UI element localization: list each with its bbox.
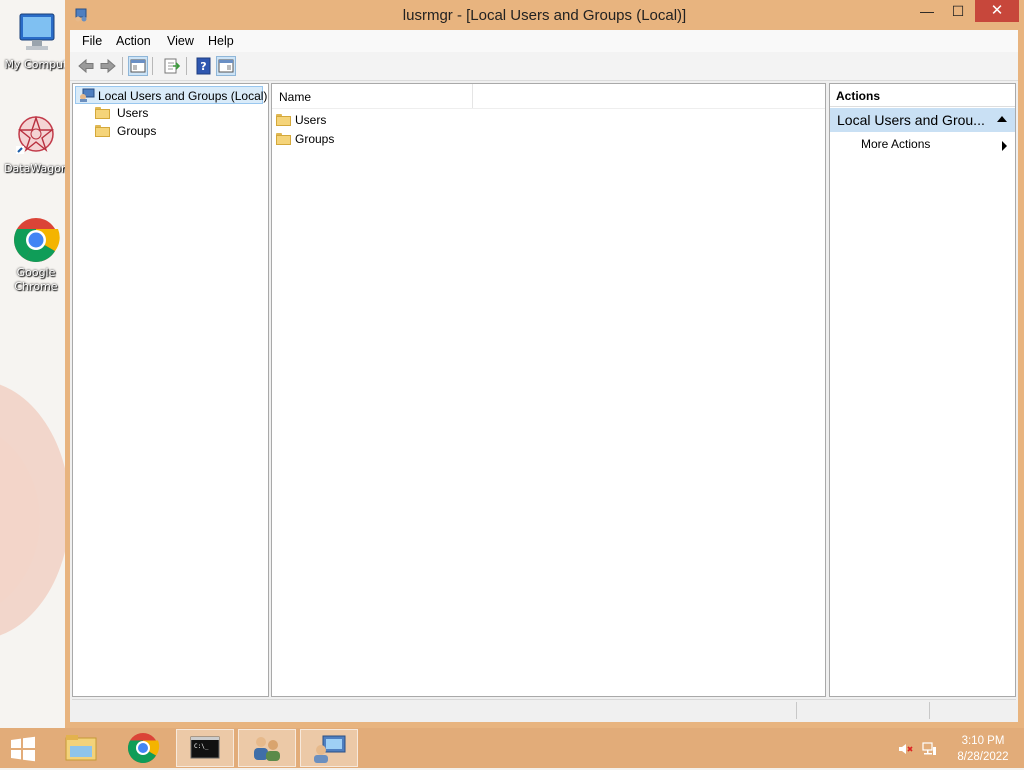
status-divider	[929, 702, 930, 719]
export-list-icon[interactable]	[162, 56, 182, 76]
status-divider	[796, 702, 797, 719]
title-bar[interactable]: lusrmgr - [Local Users and Groups (Local…	[65, 0, 1024, 30]
actions-header: Actions	[830, 84, 1015, 107]
chrome-icon	[127, 733, 160, 764]
start-button[interactable]	[8, 736, 38, 762]
submenu-arrow-icon	[1002, 141, 1007, 151]
toolbar-separator	[122, 57, 123, 75]
chrome-icon	[12, 216, 60, 264]
list-item-label: Groups	[295, 132, 335, 146]
desktop-icon-label: Google	[16, 266, 56, 279]
datawagon-icon	[12, 112, 60, 160]
toolbar-separator	[186, 57, 187, 75]
taskbar-chrome[interactable]	[114, 729, 172, 767]
collapse-caret-icon[interactable]	[997, 116, 1007, 122]
maximize-button[interactable]: ☐	[942, 0, 974, 22]
more-actions-label: More Actions	[861, 137, 931, 151]
list-item-groups[interactable]: Groups	[276, 130, 816, 148]
tree-root-local-users-and-groups[interactable]: Local Users and Groups (Local)	[75, 86, 267, 105]
clock-date: 8/28/2022	[957, 751, 1009, 763]
taskbar: C:\_ 3:10 PM 8/28/2022	[0, 728, 1024, 768]
menu-action[interactable]: Action	[116, 34, 151, 48]
taskbar-computer-management[interactable]	[300, 729, 358, 767]
taskbar-command-prompt[interactable]: C:\_	[176, 729, 234, 767]
toolbar: ?	[70, 52, 1018, 81]
help-icon[interactable]: ?	[194, 56, 214, 76]
show-hide-action-pane-icon[interactable]	[216, 56, 236, 76]
minimize-button[interactable]: —	[912, 0, 942, 22]
computer-management-icon	[314, 735, 346, 763]
back-arrow-icon[interactable]	[76, 56, 96, 76]
folder-icon	[276, 114, 291, 126]
column-header-name[interactable]: Name	[272, 84, 473, 108]
network-icon[interactable]	[921, 741, 937, 757]
file-explorer-icon	[65, 735, 97, 761]
more-actions-item[interactable]: More Actions	[830, 136, 1015, 154]
actions-section-local-users-groups[interactable]: Local Users and Grou...	[830, 108, 1015, 132]
desktop-icon-chrome[interactable]: Google Chrome	[0, 216, 72, 294]
window-client-area: File Action View Help ? Local Users and …	[70, 30, 1018, 722]
menu-file[interactable]: File	[82, 34, 102, 48]
desktop-icon-label: Chrome	[14, 280, 58, 293]
show-hide-console-tree-icon[interactable]	[128, 56, 148, 76]
menu-help[interactable]: Help	[208, 34, 234, 48]
results-list-pane[interactable]: Name Users Groups	[271, 83, 826, 697]
list-item-users[interactable]: Users	[276, 111, 816, 129]
console-tree-pane[interactable]: Local Users and Groups (Local) Users Gro…	[72, 83, 269, 697]
close-button[interactable]: ✕	[975, 0, 1019, 22]
desktop-icon-my-computer[interactable]: My Comput	[0, 8, 72, 72]
taskbar-file-explorer[interactable]	[52, 729, 110, 767]
column-header-label: Name	[279, 90, 312, 104]
folder-icon	[276, 133, 291, 145]
actions-section-label: Local Users and Grou...	[837, 112, 985, 128]
desktop-icon-datawagon[interactable]: DataWagon	[0, 112, 72, 176]
tree-root-label: Local Users and Groups (Local)	[98, 89, 268, 103]
list-column-header: Name	[272, 84, 825, 109]
window-title: lusrmgr - [Local Users and Groups (Local…	[402, 7, 687, 24]
menu-view[interactable]: View	[167, 34, 194, 48]
taskbar-users-groups[interactable]	[238, 729, 296, 767]
computer-icon	[12, 8, 60, 56]
desktop-icon-label: My Comput	[4, 58, 68, 71]
volume-muted-icon[interactable]	[897, 741, 913, 757]
wallpaper-shape	[0, 380, 70, 640]
taskbar-clock[interactable]: 3:10 PM 8/28/2022	[944, 733, 1022, 765]
svg-text:?: ?	[200, 60, 206, 73]
actions-pane: Actions Local Users and Grou... More Act…	[829, 83, 1016, 697]
users-groups-icon	[254, 737, 280, 761]
tree-item-label: Users	[117, 106, 149, 120]
actions-header-label: Actions	[836, 89, 881, 103]
list-item-label: Users	[295, 113, 327, 127]
lusrmgr-window: lusrmgr - [Local Users and Groups (Local…	[65, 0, 1024, 728]
status-bar	[72, 699, 1016, 721]
menu-bar: File Action View Help	[70, 30, 1018, 52]
local-users-groups-icon	[79, 88, 95, 105]
toolbar-separator	[152, 57, 153, 75]
folder-icon	[95, 107, 110, 119]
desktop-icon-label: DataWagon	[4, 162, 68, 175]
svg-text:C:\_: C:\_	[194, 743, 209, 750]
folder-icon	[95, 125, 110, 137]
clock-time: 3:10 PM	[961, 735, 1005, 747]
tree-item-label: Groups	[117, 124, 157, 138]
command-prompt-icon: C:\_	[190, 736, 220, 759]
forward-arrow-icon[interactable]	[98, 56, 118, 76]
